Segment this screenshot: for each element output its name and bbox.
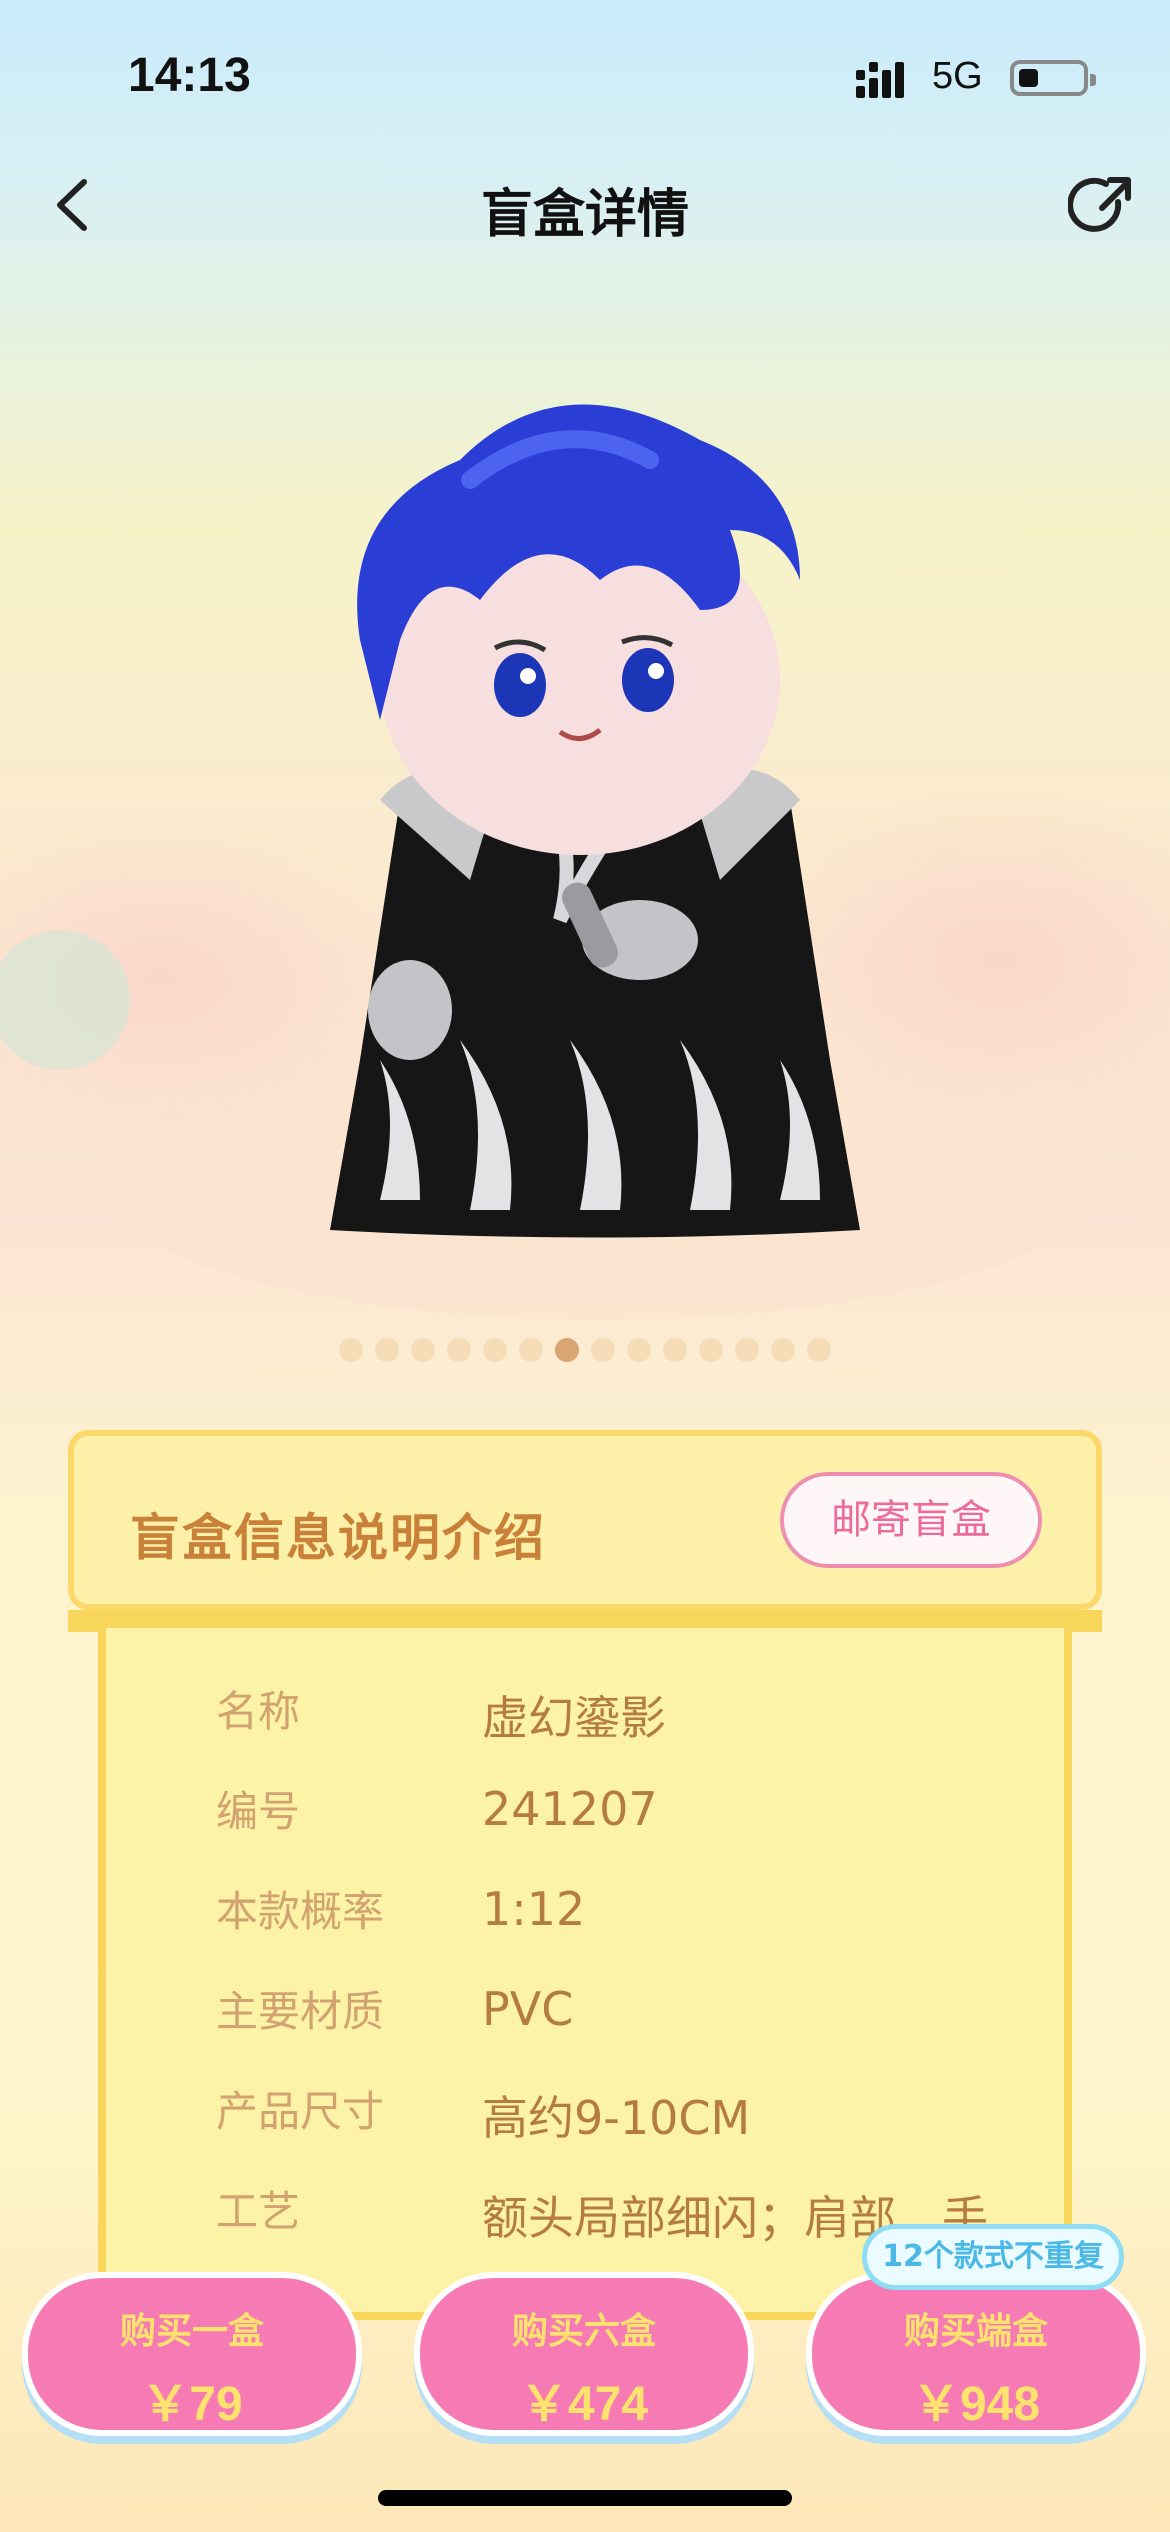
buy-price: ￥79 (141, 2378, 243, 2431)
info-card: 盲盒信息说明介绍 邮寄盲盒 名称 虚幻鎏影 编号 241207 本款概率 1:1… (68, 1430, 1102, 2320)
info-key: 名称 (216, 1687, 301, 1736)
share-icon[interactable] (1068, 172, 1138, 242)
info-key: 主要材质 (216, 1987, 385, 2036)
info-value: 虚幻鎏影 (482, 1691, 666, 1745)
buy-six-button[interactable]: 购买六盒 ￥474 (414, 2272, 754, 2436)
buy-one-button[interactable]: 购买一盒 ￥79 (22, 2272, 362, 2436)
buy-set-button[interactable]: 购买端盒 ￥948 (806, 2272, 1146, 2436)
status-bar: 14:13 5G (0, 0, 1170, 150)
battery-icon (1010, 60, 1096, 96)
info-value: 高约9-10CM (482, 2091, 751, 2145)
info-key: 本款概率 (216, 1887, 385, 1936)
info-value: 1:12 (482, 1882, 586, 1936)
buy-price: ￥948 (911, 2378, 1041, 2431)
pager-dot[interactable] (627, 1338, 651, 1362)
pager-dot[interactable] (411, 1338, 435, 1362)
info-row: 产品尺寸 高约9-10CM (106, 2078, 1080, 2178)
pager-dot[interactable] (519, 1338, 543, 1362)
info-key: 工艺 (216, 2187, 301, 2236)
pager-dot[interactable] (591, 1338, 615, 1362)
pager-dot[interactable] (663, 1338, 687, 1362)
no-duplicate-badge: 12个款式不重复 (862, 2224, 1124, 2290)
gallery-pager[interactable] (0, 1338, 1170, 1362)
info-row: 本款概率 1:12 (106, 1878, 1080, 1978)
mail-blind-box-button[interactable]: 邮寄盲盒 (780, 1472, 1042, 1568)
pager-dot[interactable] (807, 1338, 831, 1362)
page-title: 盲盒详情 (480, 185, 689, 245)
pager-dot[interactable] (771, 1338, 795, 1362)
buy-label: 购买端盒 (903, 2311, 1048, 2352)
home-indicator[interactable] (378, 2490, 792, 2506)
pager-dot[interactable] (447, 1338, 471, 1362)
info-key: 编号 (216, 1787, 301, 1836)
pager-dot[interactable] (483, 1338, 507, 1362)
info-key: 产品尺寸 (216, 2087, 385, 2136)
info-card-header: 盲盒信息说明介绍 邮寄盲盒 (68, 1430, 1102, 1610)
buy-label: 购买一盒 (119, 2311, 264, 2352)
figure-image[interactable] (0, 280, 1170, 1320)
buy-price: ￥474 (519, 2378, 649, 2431)
network-label: 5G (932, 55, 983, 97)
pager-dot[interactable] (375, 1338, 399, 1362)
pager-dot[interactable] (735, 1338, 759, 1362)
pager-dot-active[interactable] (555, 1338, 579, 1362)
info-row: 编号 241207 (106, 1778, 1080, 1878)
info-value: 241207 (482, 1782, 658, 1836)
info-row: 主要材质 PVC (106, 1978, 1080, 2078)
info-card-title: 盲盒信息说明介绍 (130, 1509, 546, 1567)
signal-icon (856, 62, 904, 98)
info-row: 名称 虚幻鎏影 (106, 1678, 1080, 1778)
info-value: PVC (482, 1982, 574, 2036)
battery-fill (1019, 69, 1038, 87)
pager-dot[interactable] (699, 1338, 723, 1362)
buy-label: 购买六盒 (511, 2311, 656, 2352)
status-time: 14:13 (128, 49, 251, 102)
pager-dot[interactable] (339, 1338, 363, 1362)
info-table: 名称 虚幻鎏影 编号 241207 本款概率 1:12 主要材质 PVC 产品尺… (98, 1620, 1072, 2320)
